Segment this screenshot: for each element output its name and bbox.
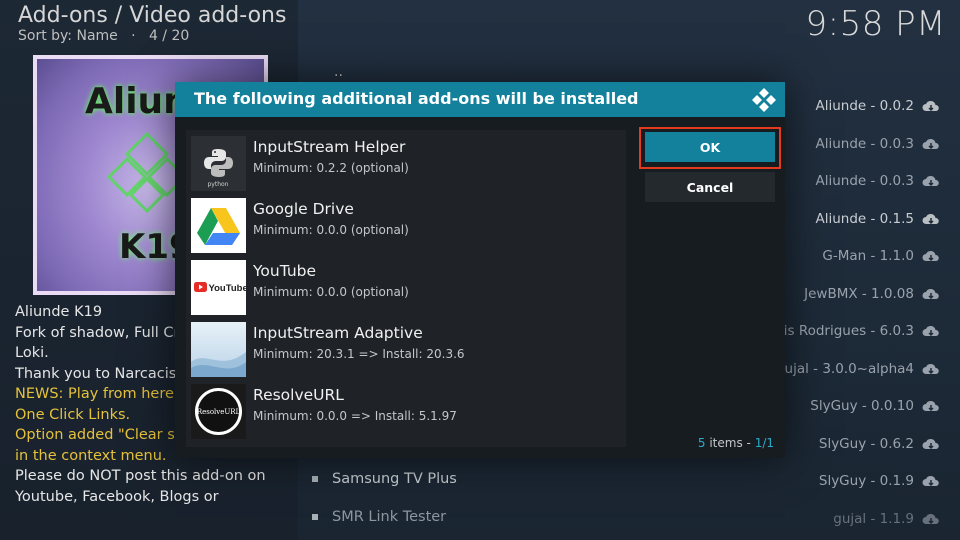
- list-item[interactable]: JewBMX - 1.0.08: [804, 286, 940, 302]
- icon-caption: YouTube: [209, 283, 247, 294]
- addon-row[interactable]: InputStream Adaptive Minimum: 20.3.1 => …: [191, 321, 621, 379]
- addon-version-requirement: Minimum: 0.0.0 => Install: 5.1.97: [253, 409, 457, 423]
- sort-label[interactable]: Sort by: Name: [18, 28, 118, 44]
- list-item[interactable]: Aliunde - 0.1.5: [815, 211, 940, 227]
- list-item-label: SlyGuy - 0.6.2: [818, 436, 914, 452]
- cloud-download-icon: [922, 475, 939, 487]
- cloud-download-icon: [922, 363, 939, 375]
- list-item[interactable]: SMR Link Tester: [312, 509, 446, 525]
- ok-button[interactable]: OK: [645, 132, 775, 162]
- dependencies-dialog: The following additional add-ons will be…: [175, 82, 785, 458]
- items-count: 5 items - 1/1: [698, 436, 774, 450]
- icon-caption: ResolveURL: [197, 408, 241, 416]
- addon-row[interactable]: ResolveURL ResolveURL Minimum: 0.0.0 => …: [191, 383, 621, 441]
- cloud-download-icon: [922, 325, 939, 337]
- addon-name: ResolveURL: [253, 386, 344, 404]
- list-item[interactable]: gujal - 3.0.0~alpha4: [776, 361, 940, 377]
- cloud-download-icon: [922, 175, 939, 187]
- addon-version-requirement: Minimum: 0.0.0 (optional): [253, 223, 409, 237]
- list-item[interactable]: SlyGuy - 0.1.9: [819, 473, 940, 489]
- cloud-download-icon: [922, 513, 939, 525]
- list-item[interactable]: uis Rodrigues - 6.0.3: [775, 323, 940, 339]
- addon-row[interactable]: Google Drive Minimum: 0.0.0 (optional): [191, 197, 621, 255]
- dialog-header: The following additional add-ons will be…: [175, 82, 785, 117]
- cloud-download-icon: [922, 400, 939, 412]
- items-separator: -: [742, 436, 755, 450]
- bullet-icon: [312, 514, 318, 520]
- breadcrumb: Add-ons / Video add-ons: [18, 3, 287, 28]
- list-item[interactable]: gujal - 1.1.9: [833, 511, 940, 527]
- items-number: 5: [697, 436, 706, 450]
- addon-name: YouTube: [253, 262, 317, 280]
- list-item-label: gujal - 3.0.0~alpha4: [775, 361, 914, 377]
- list-item-label: JewBMX - 1.0.08: [804, 286, 914, 302]
- python-icon: python: [191, 136, 246, 191]
- list-item-label: SMR Link Tester: [332, 509, 447, 525]
- list-item-label: Aliunde - 0.0.2: [815, 98, 914, 114]
- list-item-label: Aliunde - 0.0.3: [815, 173, 914, 189]
- list-item[interactable]: G-Man - 1.1.0: [822, 248, 940, 264]
- cloud-download-icon: [922, 288, 939, 300]
- parent-directory-item[interactable]: ..: [334, 64, 343, 80]
- clock: 9:58 PM: [805, 4, 946, 44]
- addon-name: InputStream Adaptive: [253, 324, 423, 342]
- cancel-button[interactable]: Cancel: [645, 172, 775, 202]
- list-item[interactable]: SlyGuy - 0.0.10: [810, 398, 940, 414]
- addon-list: python InputStream Helper Minimum: 0.2.2…: [186, 130, 626, 447]
- description-line: Please do NOT post this add-on on: [15, 468, 266, 484]
- list-item-label: gujal - 1.1.9: [833, 511, 914, 527]
- list-item[interactable]: SlyGuy - 0.6.2: [819, 436, 940, 452]
- kodi-icon: [752, 88, 776, 112]
- cloud-download-icon: [922, 438, 939, 450]
- google-drive-icon: [191, 198, 246, 253]
- addon-version-requirement: Minimum: 0.0.0 (optional): [253, 285, 409, 299]
- list-item[interactable]: Samsung TV Plus: [312, 471, 457, 487]
- bullet-icon: [312, 476, 318, 482]
- separator-dot: ·: [122, 28, 145, 44]
- icon-caption: python: [208, 181, 229, 188]
- wave-icon: [191, 322, 246, 377]
- items-word: items: [709, 436, 743, 450]
- cloud-download-icon: [922, 250, 939, 262]
- addon-row[interactable]: python InputStream Helper Minimum: 0.2.2…: [191, 135, 621, 193]
- addon-version-requirement: Minimum: 20.3.1 => Install: 20.3.6: [253, 347, 465, 361]
- description-line: Youtube, Facebook, Blogs or: [15, 488, 219, 505]
- list-item-label: G-Man - 1.1.0: [822, 248, 914, 264]
- addon-name: Google Drive: [253, 200, 354, 218]
- list-item-label: SlyGuy - 0.1.9: [818, 473, 914, 489]
- list-item-label: Samsung TV Plus: [332, 471, 457, 487]
- addon-version-requirement: Minimum: 0.2.2 (optional): [253, 161, 409, 175]
- list-item[interactable]: Aliunde - 0.0.3: [815, 173, 940, 189]
- list-position: 4 / 20: [148, 28, 190, 44]
- list-item-label: uis Rodrigues - 6.0.3: [775, 323, 914, 339]
- list-item[interactable]: Aliunde - 0.0.2: [815, 98, 940, 114]
- addon-name: InputStream Helper: [253, 138, 406, 156]
- sort-info: Sort by: Name · 4 / 20: [18, 28, 189, 44]
- list-item-label: Aliunde - 0.0.3: [815, 136, 914, 152]
- addon-row[interactable]: YouTube YouTube Minimum: 0.0.0 (optional…: [191, 259, 621, 317]
- cloud-download-icon: [922, 100, 939, 112]
- list-item[interactable]: Aliunde - 0.0.3: [815, 136, 940, 152]
- list-item-label: SlyGuy - 0.0.10: [810, 398, 914, 414]
- youtube-icon: YouTube: [191, 260, 246, 315]
- list-item-label: Aliunde - 0.1.5: [815, 211, 914, 227]
- page-indicator: 1/1: [754, 436, 774, 450]
- cloud-download-icon: [922, 213, 939, 225]
- cloud-download-icon: [922, 138, 939, 150]
- resolveurl-icon: ResolveURL: [191, 384, 246, 439]
- dialog-title: The following additional add-ons will be…: [194, 89, 639, 108]
